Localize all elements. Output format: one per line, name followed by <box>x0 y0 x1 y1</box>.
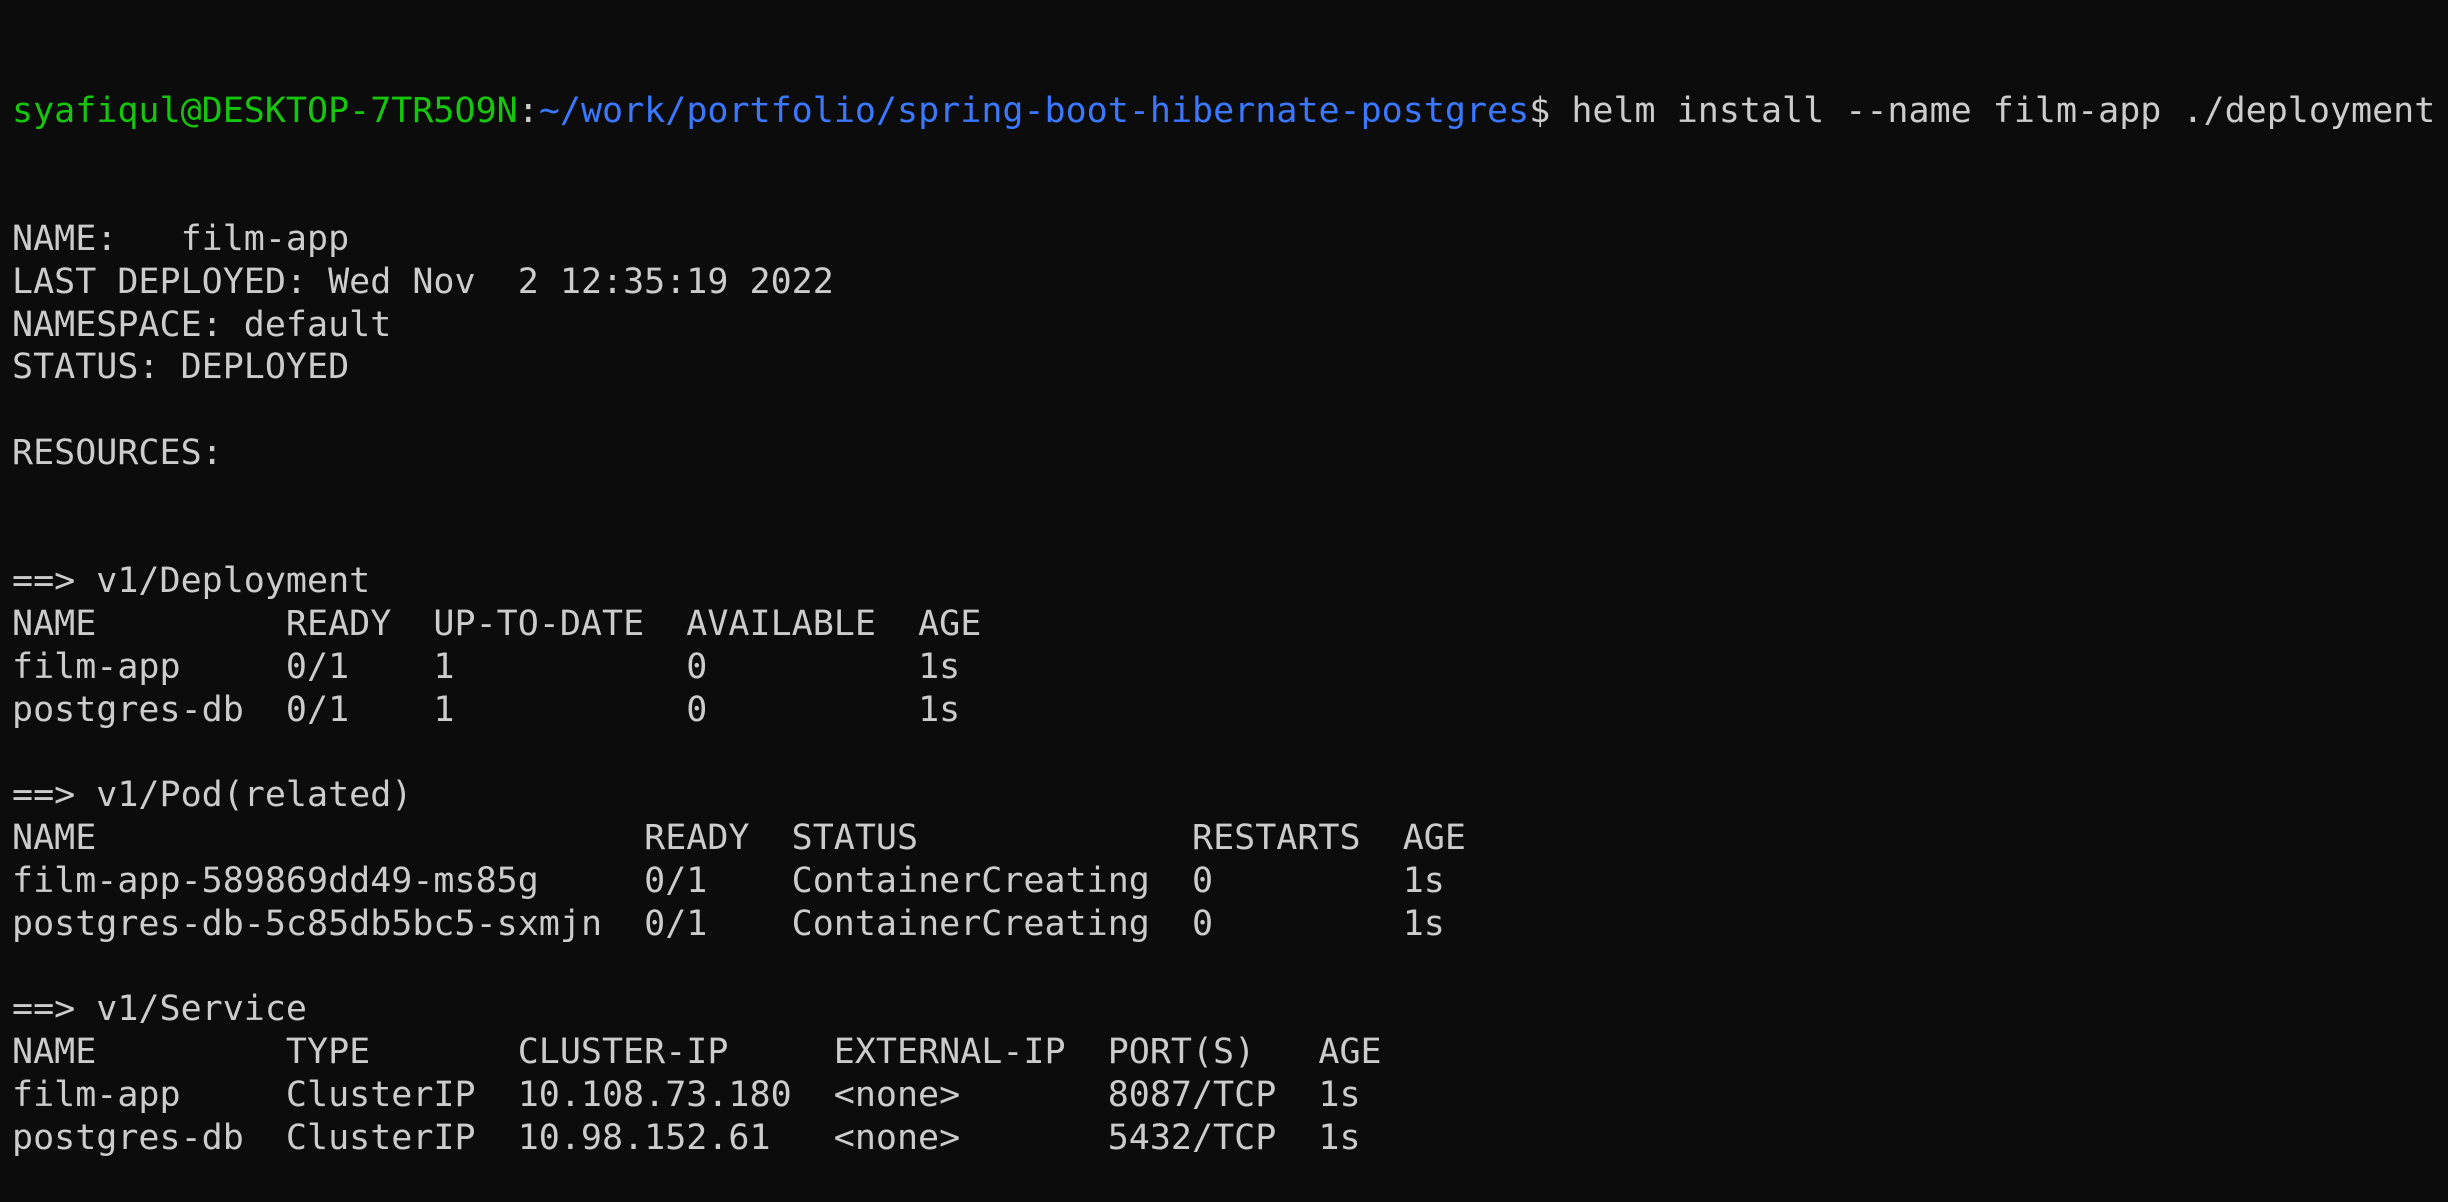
table-cell: 1 <box>433 646 455 687</box>
table-cell: ClusterIP <box>285 1117 476 1158</box>
section-header: ==> v1/Deployment <box>12 561 371 602</box>
prompt-user-host: syafiqul@DESKTOP-7TR5O9N <box>12 90 518 131</box>
table-cell: film-app <box>12 646 181 687</box>
table-cell: 0 <box>686 689 708 730</box>
table-cell: 1 <box>433 689 455 730</box>
table-cell: 10.108.73.180 <box>517 1074 792 1115</box>
table-cell: 1s <box>1402 860 1445 901</box>
column-header: AGE <box>1318 1032 1382 1073</box>
prompt-path: ~/work/portfolio/spring-boot-hibernate-p… <box>538 90 1530 131</box>
table-cell: 8087/TCP <box>1107 1074 1277 1115</box>
table-cell: 0/1 <box>285 689 350 730</box>
info-line: LAST DEPLOYED: Wed Nov 2 12:35:19 2022 <box>12 261 834 302</box>
resource-section: ==> v1/Deployment NAME READY UP-TO-DATE AVAI… <box>12 560 2448 774</box>
prompt-line: syafiqul@DESKTOP-7TR5O9N:~/work/portfoli… <box>12 90 2448 133</box>
section-header: ==> v1/Pod(related) <box>12 775 413 816</box>
table-cell: 0/1 <box>285 646 350 687</box>
terminal-window[interactable]: syafiqul@DESKTOP-7TR5O9N:~/work/portfoli… <box>0 0 2448 1202</box>
table-header: NAME READY STATUS RESTARTS AGE <box>12 817 2448 860</box>
table-cell: ContainerCreating <box>791 903 1150 944</box>
column-header: READY <box>644 818 750 859</box>
table-cell: 0/1 <box>644 860 708 901</box>
column-header: STATUS <box>791 818 919 859</box>
table-cell: 1s <box>1318 1074 1361 1115</box>
table-cell: <none> <box>833 1117 961 1158</box>
table-cell: postgres-db <box>12 1117 244 1158</box>
column-header: PORT(S) <box>1107 1032 1256 1073</box>
table-row: postgres-db-5c85db5bc5-sxmjn 0/1 Container… <box>12 903 2448 946</box>
column-header: NAME <box>12 818 97 859</box>
column-header: AGE <box>918 604 982 645</box>
prompt-separator: : <box>517 90 539 131</box>
table-row: film-app ClusterIP 10.108.73.180 <none> 8087… <box>12 1074 2448 1117</box>
column-header: NAME <box>12 604 97 645</box>
section-header: ==> v1/Service <box>12 989 308 1030</box>
column-header: NAME <box>12 1032 97 1073</box>
info-line: NAME: film-app <box>12 218 350 259</box>
column-header: AVAILABLE <box>686 604 876 645</box>
table-cell: ClusterIP <box>285 1074 476 1115</box>
table-row: film-app-589869dd49-ms85g 0/1 ContainerCre… <box>12 860 2448 903</box>
table-cell: 0 <box>686 646 708 687</box>
column-header: CLUSTER-IP <box>517 1032 729 1073</box>
column-header: UP-TO-DATE <box>433 604 645 645</box>
table-cell: <none> <box>833 1074 961 1115</box>
resource-section: ==> v1/Service NAME TYPE CLUSTER-IP EXTERNAL… <box>12 988 2448 1159</box>
table-cell: 1s <box>1318 1117 1361 1158</box>
table-cell: 0/1 <box>644 903 708 944</box>
table-cell: 0 <box>1192 903 1214 944</box>
info-line: NAMESPACE: default <box>12 304 392 345</box>
release-info: NAME: film-app LAST DEPLOYED: Wed Nov 2 1… <box>12 218 2448 475</box>
resource-section: ==> v1/Pod(related) NAME READY STATUS RESTAR… <box>12 774 2448 988</box>
table-cell: 1s <box>918 689 961 730</box>
table-cell: postgres-db-5c85db5bc5-sxmjn <box>12 903 603 944</box>
prompt-symbol: $ <box>1529 90 1572 131</box>
column-header: AGE <box>1402 818 1466 859</box>
column-header: READY <box>285 604 392 645</box>
table-row: film-app 0/1 1 0 1s <box>12 646 2448 689</box>
column-header: RESTARTS <box>1192 818 1361 859</box>
table-row: postgres-db ClusterIP 10.98.152.61 <none> 54… <box>12 1117 2448 1160</box>
table-cell: 10.98.152.61 <box>517 1117 771 1158</box>
info-line <box>12 389 2448 432</box>
table-header: NAME TYPE CLUSTER-IP EXTERNAL-IP PORT(S) AGE <box>12 1031 2448 1074</box>
column-header: EXTERNAL-IP <box>833 1032 1066 1073</box>
table-header: NAME READY UP-TO-DATE AVAILABLE AGE <box>12 603 2448 646</box>
table-cell: 1s <box>918 646 961 687</box>
table-cell: 1s <box>1402 903 1445 944</box>
table-cell: 5432/TCP <box>1107 1117 1277 1158</box>
resources: ==> v1/Deployment NAME READY UP-TO-DATE AVAI… <box>12 560 2448 1159</box>
info-line: STATUS: DEPLOYED <box>12 347 350 388</box>
table-cell: postgres-db <box>12 689 244 730</box>
column-header: TYPE <box>285 1032 371 1073</box>
table-cell: film-app-589869dd49-ms85g <box>12 860 539 901</box>
table-row: postgres-db 0/1 1 0 1s <box>12 689 2448 732</box>
command-text: helm install --name film-app ./deploymen… <box>1571 90 2436 131</box>
table-cell: ContainerCreating <box>791 860 1150 901</box>
info-line: RESOURCES: <box>12 432 223 473</box>
table-cell: film-app <box>12 1074 181 1115</box>
table-cell: 0 <box>1192 860 1214 901</box>
